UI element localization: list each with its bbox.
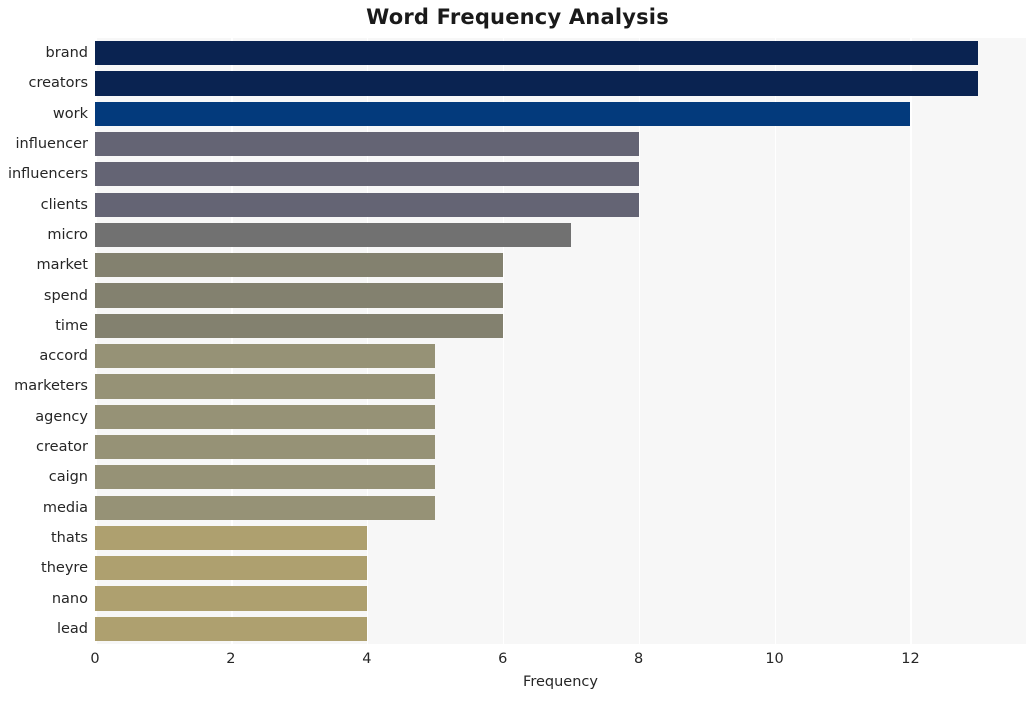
bar-influencers — [95, 162, 639, 187]
bar-row — [95, 192, 1026, 217]
x-tick-label-2: 2 — [226, 651, 236, 667]
y-tick-label-spend: spend — [43, 287, 88, 304]
bar-marketers — [95, 374, 435, 399]
bar-creators — [95, 71, 979, 96]
x-tick-label-8: 8 — [634, 651, 644, 667]
y-tick-label-accord: accord — [39, 348, 88, 365]
bar-row — [95, 222, 1026, 248]
bar-row — [95, 101, 1026, 126]
y-tick-label-time: time — [55, 317, 88, 334]
x-axis-title: Frequency — [523, 674, 598, 690]
y-tick-label-theyre: theyre — [41, 560, 88, 577]
y-tick-label-agency: agency — [35, 408, 88, 425]
y-tick-label-work: work — [52, 105, 88, 122]
x-tick-label-6: 6 — [498, 651, 508, 667]
y-tick-label-marketers: marketers — [14, 378, 88, 395]
y-tick-label-media: media — [42, 499, 88, 516]
bar-row — [95, 253, 1026, 278]
bar-row — [95, 131, 1026, 157]
bar-clients — [95, 192, 639, 217]
bar-row — [95, 495, 1026, 520]
bar-time — [95, 313, 503, 338]
bar-market — [95, 253, 503, 278]
bar-row — [95, 404, 1026, 429]
bar-row — [95, 525, 1026, 551]
bar-micro — [95, 222, 571, 248]
y-tick-label-influencer: influencer — [15, 136, 88, 153]
bar-thats — [95, 525, 367, 551]
x-tick-label-10: 10 — [765, 651, 784, 667]
y-tick-label-creator: creator — [36, 439, 88, 456]
y-tick-label-clients: clients — [40, 196, 88, 213]
y-tick-label-brand: brand — [45, 45, 88, 62]
bar-row — [95, 162, 1026, 187]
bar-creator — [95, 434, 435, 460]
bar-brand — [95, 41, 979, 66]
bar-row — [95, 71, 1026, 96]
chart-title: Word Frequency Analysis — [366, 5, 669, 29]
y-tick-label-lead: lead — [56, 620, 88, 637]
bar-spend — [95, 283, 503, 308]
bar-accord — [95, 344, 435, 369]
bar-media — [95, 495, 435, 520]
bar-row — [95, 434, 1026, 460]
y-tick-label-influencers: influencers — [7, 166, 88, 183]
bar-agency — [95, 404, 435, 429]
bar-series — [95, 38, 1026, 644]
bar-row — [95, 313, 1026, 338]
y-tick-label-caign: caign — [48, 469, 88, 486]
y-axis-tick-labels: brand creators work influencer influencers cl… — [0, 38, 88, 644]
bar-nano — [95, 586, 367, 611]
bar-row — [95, 344, 1026, 369]
bar-theyre — [95, 556, 367, 581]
bar-work — [95, 101, 911, 126]
x-tick-label-12: 12 — [901, 651, 920, 667]
bar-influencer — [95, 131, 639, 157]
bar-row — [95, 586, 1026, 611]
bar-row — [95, 465, 1026, 490]
word-frequency-chart-figure: Word Frequency Analysis brand creators wor… — [0, 0, 1035, 701]
y-tick-label-nano: nano — [51, 590, 88, 607]
y-tick-label-micro: micro — [47, 226, 88, 243]
y-tick-label-creators: creators — [28, 75, 89, 92]
bar-row — [95, 616, 1026, 641]
bar-row — [95, 41, 1026, 66]
x-axis-tick-labels: 0 2 4 6 8 10 12 — [0, 644, 1035, 674]
x-tick-label-0: 0 — [90, 651, 100, 667]
bar-caign — [95, 465, 435, 490]
bar-lead — [95, 616, 367, 641]
bar-row — [95, 283, 1026, 308]
bar-row — [95, 374, 1026, 399]
plot-area — [95, 38, 1026, 644]
bar-row — [95, 556, 1026, 581]
y-tick-label-market: market — [36, 257, 88, 274]
x-tick-label-4: 4 — [362, 651, 372, 667]
y-tick-label-thats: thats — [50, 529, 88, 546]
